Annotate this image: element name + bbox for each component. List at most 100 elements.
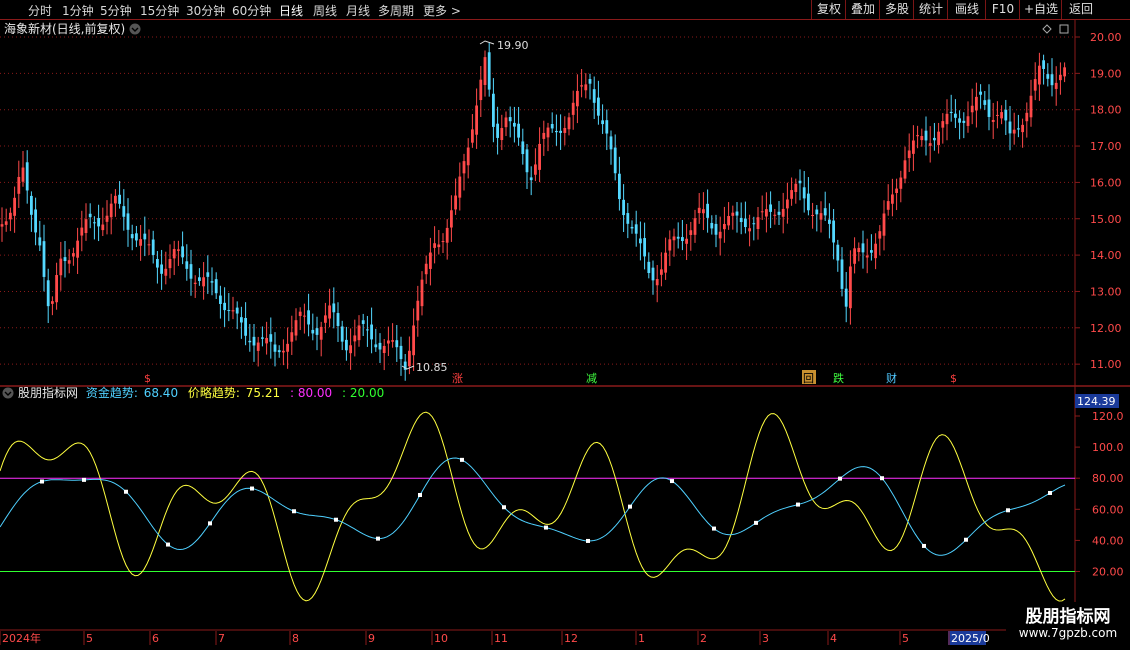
candle-body: [723, 223, 726, 230]
candle-body: [991, 119, 995, 122]
candle-body: [109, 203, 113, 218]
fund-marker: [880, 476, 884, 481]
candle-body: [1038, 65, 1041, 85]
candle-body: [496, 123, 499, 138]
candle-body: [748, 228, 751, 232]
candle-body: [949, 111, 953, 114]
candle-body: [517, 123, 520, 138]
fund-marker: [334, 517, 338, 522]
candle-body: [765, 209, 768, 217]
candle-body: [811, 214, 814, 216]
candle-body: [891, 194, 894, 204]
candle-body: [504, 117, 508, 128]
candle-body: [462, 161, 466, 174]
candle-body: [618, 173, 621, 200]
candle-body: [408, 350, 411, 367]
candle-body: [1017, 128, 1020, 130]
candle-body: [118, 194, 121, 204]
candle-body: [773, 214, 777, 216]
candle-body: [605, 120, 609, 134]
candle-body: [424, 263, 428, 275]
candle-body: [1029, 95, 1033, 118]
candle-body: [760, 211, 764, 213]
candle-body: [550, 124, 554, 129]
candle-body: [538, 143, 541, 170]
candle-body: [114, 195, 117, 204]
candle-body: [164, 268, 168, 276]
candle-body: [882, 213, 886, 236]
candle-body: [231, 310, 235, 312]
candle-body: [395, 340, 399, 348]
maximize-icon[interactable]: [1059, 24, 1069, 34]
candle-body: [172, 248, 176, 259]
candle-body: [903, 160, 907, 179]
indicator-chevron-icon[interactable]: [2, 387, 14, 399]
fund-marker: [208, 521, 212, 526]
candle-body: [450, 210, 453, 228]
candle-body: [857, 247, 861, 253]
chart-canvas[interactable]: 20.00 19.00 18.00 17.00 16.00 15.00 14.00 13.00…: [0, 0, 1130, 650]
candle-body: [151, 239, 155, 255]
candle-body: [336, 313, 340, 326]
candle-body: [1054, 82, 1058, 89]
candle-body: [609, 136, 613, 150]
candle-body: [668, 239, 672, 251]
fund-marker: [418, 492, 422, 497]
candle-body: [1059, 74, 1062, 81]
candle-body: [1033, 79, 1037, 91]
candle-body: [681, 237, 684, 242]
candle-body: [786, 199, 789, 209]
candle-body: [597, 97, 600, 116]
price-tick-label: 13.00: [1090, 285, 1122, 298]
candle-body: [445, 227, 449, 243]
time-label: 12: [564, 632, 578, 645]
candle-body: [508, 117, 512, 122]
candle-body: [492, 93, 495, 127]
candle-body: [744, 218, 747, 228]
candle-body: [282, 350, 285, 353]
candle-body: [135, 233, 138, 241]
candle-body: [84, 219, 88, 234]
indicator-name: 股朋指标网: [18, 385, 78, 400]
candle-body: [613, 147, 617, 174]
candle-body: [9, 212, 12, 220]
main-chart-title: 海象新材(日线,前复权): [4, 21, 125, 36]
candle-body: [4, 221, 8, 225]
candle-body: [718, 231, 722, 239]
signal-reduce: 减: [586, 372, 597, 385]
settings-diamond-icon[interactable]: [1042, 24, 1052, 34]
candle-body: [420, 279, 424, 307]
level-low-value: : 20.00: [342, 386, 384, 400]
candle-body: [639, 238, 642, 244]
candle-body: [76, 240, 79, 258]
candle-body: [798, 180, 802, 184]
candle-body: [46, 280, 50, 307]
candle-body: [286, 343, 289, 352]
candle-body: [265, 337, 268, 344]
candle-body: [38, 237, 42, 246]
candle-body: [1042, 60, 1045, 69]
price-tick-label: 14.00: [1090, 249, 1122, 262]
candle-body: [689, 230, 693, 235]
candle-body: [214, 279, 218, 294]
fund-trend-line: [0, 457, 1066, 556]
candle-body: [273, 344, 277, 352]
candle-body: [576, 90, 579, 107]
candle-body: [735, 211, 739, 216]
candle-body: [160, 264, 163, 274]
candle-body: [1004, 109, 1008, 121]
fund-marker: [544, 525, 548, 530]
candle-body: [55, 275, 58, 303]
candle-body: [223, 302, 226, 311]
time-label: 2: [700, 632, 707, 645]
candle-body: [966, 116, 970, 126]
candle-body: [168, 258, 172, 269]
candle-body: [210, 281, 214, 283]
main-price-ticks: 20.00 19.00 18.00 17.00 16.00 15.00 14.00 13.00…: [1075, 31, 1122, 371]
candle-body: [790, 190, 793, 199]
chevron-down-icon[interactable]: [129, 23, 141, 35]
candle-body: [185, 261, 189, 269]
candle-body: [93, 222, 96, 224]
candle-body: [954, 113, 957, 118]
fund-marker: [82, 477, 86, 482]
